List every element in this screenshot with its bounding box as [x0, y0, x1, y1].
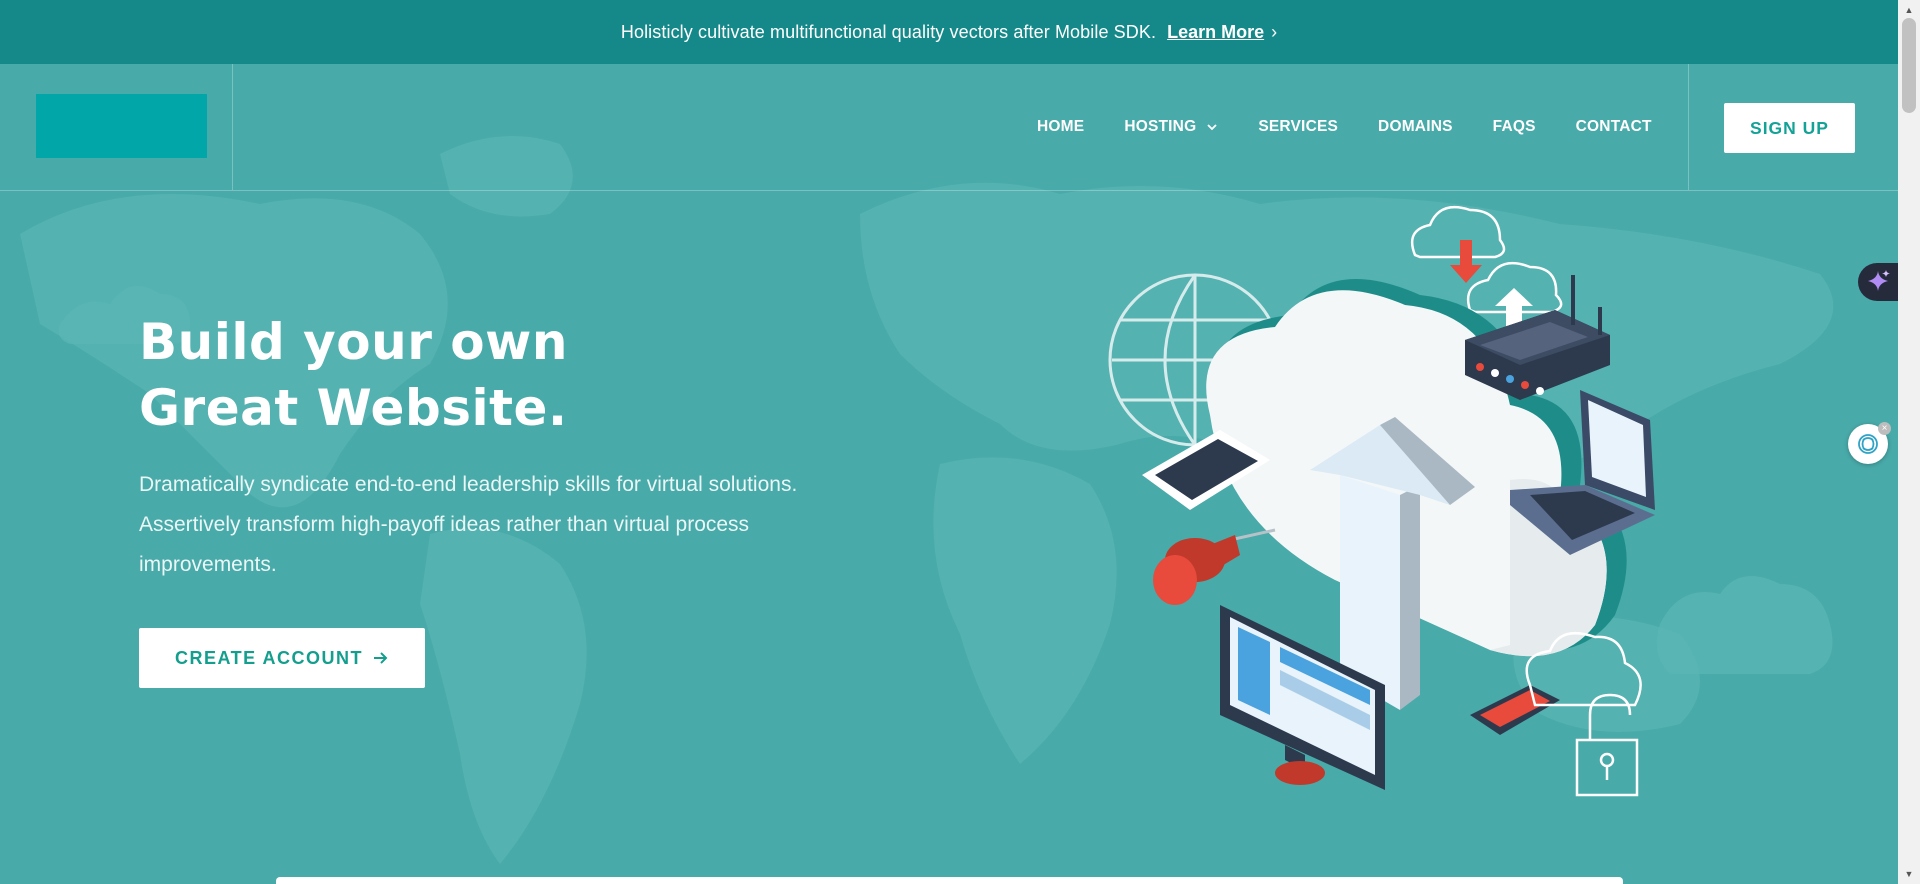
pushpin-icon — [1153, 528, 1276, 605]
hero-title-line-2: Great Website. — [139, 379, 568, 437]
site-logo[interactable] — [36, 94, 207, 158]
sparkle-extension-button[interactable] — [1858, 263, 1898, 301]
scrollbar[interactable]: ▲ ▼ — [1898, 0, 1920, 884]
content-card-edge — [276, 877, 1623, 884]
header-divider — [232, 64, 233, 190]
nav-faqs[interactable]: FAQS — [1493, 118, 1536, 136]
chevron-right-icon[interactable]: › — [1271, 22, 1277, 43]
mobile-phone-icon — [1470, 685, 1560, 735]
main-nav: HOME HOSTING SERVICES DOMAINS FAQS CONTA… — [1037, 64, 1652, 190]
lock-cloud-icon — [1525, 632, 1642, 797]
nav-contact[interactable]: CONTACT — [1576, 118, 1652, 136]
hero-title: Build your own Great Website. — [139, 309, 568, 441]
nav-faqs-label: FAQS — [1492, 118, 1536, 135]
announcement-bar: Holisticly cultivate multifunctional qua… — [0, 0, 1898, 64]
create-account-button[interactable]: CREATE ACCOUNT — [139, 628, 425, 688]
sparkle-icon — [1868, 270, 1890, 291]
hero-title-line-1: Build your own — [139, 313, 568, 371]
hero-description: Dramatically syndicate end-to-end leader… — [139, 473, 798, 576]
scrollbar-thumb[interactable] — [1902, 18, 1916, 113]
router-icon — [1465, 275, 1610, 400]
nav-services-label: SERVICES — [1258, 118, 1339, 135]
learn-more-link[interactable]: Learn More — [1167, 22, 1264, 43]
download-cloud-icon — [1410, 205, 1506, 283]
ai-assistant-extension-button[interactable]: × — [1848, 422, 1891, 464]
nav-hosting[interactable]: HOSTING — [1124, 118, 1218, 136]
create-account-label: CREATE ACCOUNT — [175, 647, 363, 668]
nav-domains[interactable]: DOMAINS — [1378, 118, 1453, 136]
ai-assistant-icon — [1858, 434, 1878, 454]
nav-home-label: HOME — [1037, 118, 1085, 135]
close-icon[interactable]: × — [1878, 422, 1891, 435]
scroll-up-arrow-icon[interactable]: ▲ — [1903, 4, 1915, 16]
scroll-down-arrow-icon[interactable]: ▼ — [1903, 868, 1915, 880]
page-viewport: Holisticly cultivate multifunctional qua… — [0, 0, 1898, 884]
nav-domains-label: DOMAINS — [1378, 118, 1453, 135]
sign-up-button[interactable]: SIGN UP — [1724, 103, 1855, 153]
arrow-right-icon — [374, 652, 388, 664]
cloud-hosting-illustration — [1108, 205, 1655, 797]
chevron-down-icon[interactable] — [1206, 121, 1218, 133]
announcement-text: Holisticly cultivate multifunctional qua… — [620, 21, 1157, 42]
nav-contact-label: CONTACT — [1575, 118, 1652, 135]
nav-home[interactable]: HOME — [1037, 118, 1084, 136]
nav-services[interactable]: SERVICES — [1258, 118, 1338, 136]
header-divider — [1688, 64, 1689, 190]
site-header: HOME HOSTING SERVICES DOMAINS FAQS CONTA… — [0, 64, 1898, 191]
nav-hosting-label: HOSTING — [1124, 118, 1197, 135]
